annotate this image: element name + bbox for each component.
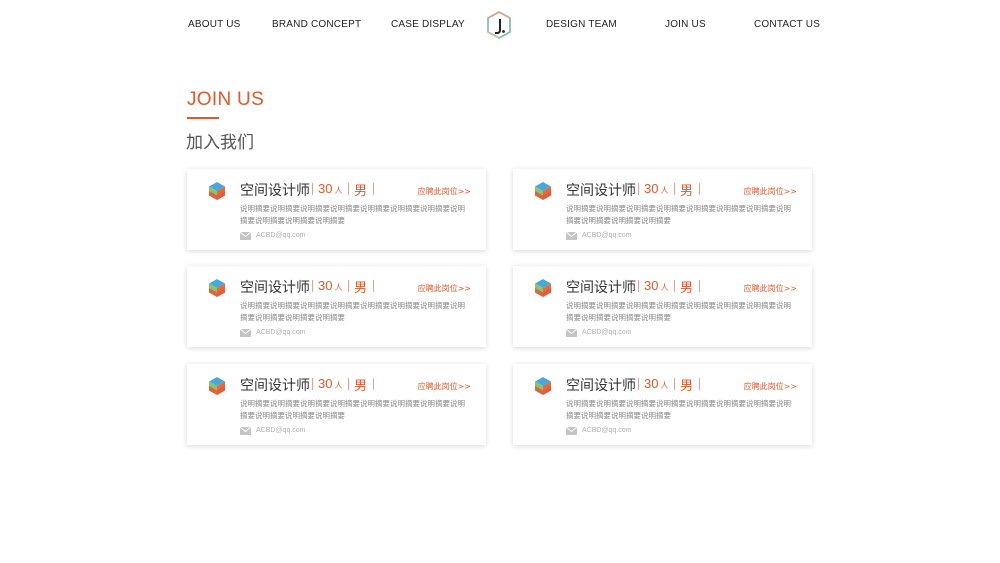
hexagon-cube-icon <box>209 182 225 200</box>
mail-icon <box>240 232 251 240</box>
job-email[interactable]: ACBD@qq.com <box>582 329 632 336</box>
divider <box>373 183 374 195</box>
job-count-value: 30 <box>318 376 333 391</box>
job-card: 空间设计师 30 人 男 应聘此岗位>> 说明摘要说明摘要说明摘要说明摘要说明摘要… <box>513 266 812 347</box>
job-card: 空间设计师 30 人 男 应聘此岗位>> 说明摘要说明摘要说明摘要说明摘要说明摘要… <box>187 266 486 347</box>
job-card: 空间设计师 30 人 男 应聘此岗位>> 说明摘要说明摘要说明摘要说明摘要说明摘要… <box>187 364 486 445</box>
job-description: 说明摘要说明摘要说明摘要说明摘要说明摘要说明摘要说明摘要说明摘要说明摘要说明摘要… <box>240 399 465 420</box>
divider <box>674 378 675 390</box>
job-count-value: 30 <box>644 181 659 196</box>
hexagon-cube-icon <box>535 182 551 200</box>
job-count-value: 30 <box>318 181 333 196</box>
apply-link[interactable]: 应聘此岗位>> <box>744 381 797 392</box>
divider <box>699 280 700 292</box>
job-count: 30 人 <box>644 278 668 293</box>
job-count: 30 人 <box>318 376 342 391</box>
job-count-unit: 人 <box>334 186 343 195</box>
hexagon-cube-icon <box>209 377 225 395</box>
job-count-value: 30 <box>644 376 659 391</box>
divider <box>638 378 639 390</box>
hexagon-logo-icon[interactable] <box>486 10 512 40</box>
job-gender: 男 <box>354 281 368 296</box>
divider <box>312 378 313 390</box>
mail-icon <box>240 427 251 435</box>
mail-icon <box>240 329 251 337</box>
mail-icon <box>566 232 577 240</box>
apply-link[interactable]: 应聘此岗位>> <box>744 186 797 197</box>
job-count: 30 人 <box>644 376 668 391</box>
nav-join-us[interactable]: JOIN US <box>665 19 706 30</box>
nav-design-team[interactable]: DESIGN TEAM <box>546 19 617 30</box>
job-count: 30 人 <box>318 181 342 196</box>
job-card: 空间设计师 30 人 男 应聘此岗位>> 说明摘要说明摘要说明摘要说明摘要说明摘要… <box>513 364 812 445</box>
mail-icon <box>566 427 577 435</box>
job-title: 空间设计师 <box>240 280 310 296</box>
hexagon-cube-icon <box>535 377 551 395</box>
divider <box>638 183 639 195</box>
mail-icon <box>566 329 577 337</box>
job-card: 空间设计师 30 人 男 应聘此岗位>> 说明摘要说明摘要说明摘要说明摘要说明摘要… <box>187 169 486 250</box>
divider <box>699 378 700 390</box>
section-title-en: JOIN US <box>187 89 265 110</box>
nav-contact-us[interactable]: CONTACT US <box>754 19 820 30</box>
job-title: 空间设计师 <box>240 183 310 199</box>
top-nav: ABOUT US BRAND CONCEPT CASE DISPLAY DESI… <box>0 0 1000 50</box>
apply-link[interactable]: 应聘此岗位>> <box>744 283 797 294</box>
divider <box>312 183 313 195</box>
job-count-value: 30 <box>644 278 659 293</box>
divider <box>638 280 639 292</box>
job-description: 说明摘要说明摘要说明摘要说明摘要说明摘要说明摘要说明摘要说明摘要说明摘要说明摘要… <box>240 204 465 225</box>
job-count-unit: 人 <box>660 381 669 390</box>
nav-brand-concept[interactable]: BRAND CONCEPT <box>272 19 361 30</box>
job-description: 说明摘要说明摘要说明摘要说明摘要说明摘要说明摘要说明摘要说明摘要说明摘要说明摘要… <box>566 301 791 322</box>
job-count-unit: 人 <box>660 186 669 195</box>
apply-link[interactable]: 应聘此岗位>> <box>418 186 471 197</box>
job-gender: 男 <box>680 379 694 394</box>
divider <box>348 183 349 195</box>
job-gender: 男 <box>680 184 694 199</box>
job-title: 空间设计师 <box>566 378 636 394</box>
job-count-unit: 人 <box>334 381 343 390</box>
job-description: 说明摘要说明摘要说明摘要说明摘要说明摘要说明摘要说明摘要说明摘要说明摘要说明摘要… <box>240 301 465 322</box>
section-title-zh: 加入我们 <box>186 133 254 152</box>
apply-link[interactable]: 应聘此岗位>> <box>418 283 471 294</box>
job-description: 说明摘要说明摘要说明摘要说明摘要说明摘要说明摘要说明摘要说明摘要说明摘要说明摘要… <box>566 399 791 420</box>
apply-link[interactable]: 应聘此岗位>> <box>418 381 471 392</box>
job-description: 说明摘要说明摘要说明摘要说明摘要说明摘要说明摘要说明摘要说明摘要说明摘要说明摘要… <box>566 204 791 225</box>
job-count-unit: 人 <box>334 283 343 292</box>
divider <box>312 280 313 292</box>
hexagon-cube-icon <box>209 279 225 297</box>
job-count: 30 人 <box>318 278 342 293</box>
job-title: 空间设计师 <box>566 183 636 199</box>
divider <box>674 183 675 195</box>
job-title: 空间设计师 <box>566 280 636 296</box>
job-email[interactable]: ACBD@qq.com <box>256 232 306 239</box>
job-count-unit: 人 <box>660 283 669 292</box>
divider <box>674 280 675 292</box>
divider <box>373 378 374 390</box>
job-email[interactable]: ACBD@qq.com <box>582 232 632 239</box>
job-card: 空间设计师 30 人 男 应聘此岗位>> 说明摘要说明摘要说明摘要说明摘要说明摘要… <box>513 169 812 250</box>
job-gender: 男 <box>354 379 368 394</box>
divider <box>699 183 700 195</box>
job-title: 空间设计师 <box>240 378 310 394</box>
job-gender: 男 <box>354 184 368 199</box>
nav-about-us[interactable]: ABOUT US <box>188 19 241 30</box>
divider <box>348 280 349 292</box>
job-count-value: 30 <box>318 278 333 293</box>
hexagon-cube-icon <box>535 279 551 297</box>
job-email[interactable]: ACBD@qq.com <box>256 427 306 434</box>
job-gender: 男 <box>680 281 694 296</box>
job-count: 30 人 <box>644 181 668 196</box>
job-email[interactable]: ACBD@qq.com <box>582 427 632 434</box>
divider <box>373 280 374 292</box>
job-email[interactable]: ACBD@qq.com <box>256 329 306 336</box>
title-underline <box>187 117 219 119</box>
nav-case-display[interactable]: CASE DISPLAY <box>391 19 465 30</box>
divider <box>348 378 349 390</box>
